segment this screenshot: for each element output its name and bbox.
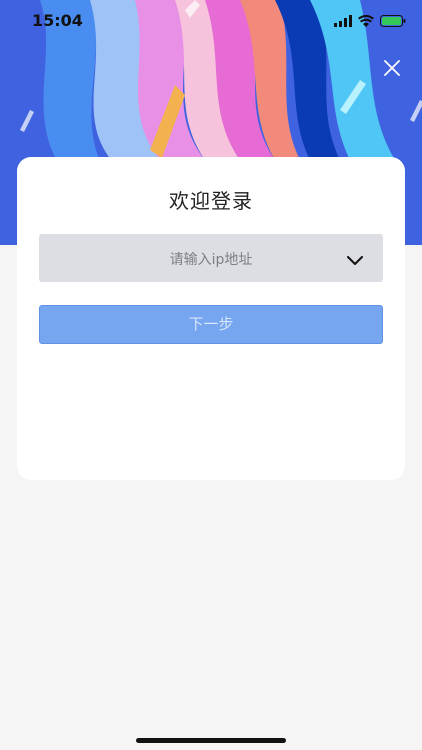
signal-icon bbox=[334, 12, 352, 31]
login-card: 欢迎登录 请输入ip地址 下一步 bbox=[17, 157, 405, 480]
chevron-down-icon bbox=[347, 251, 363, 270]
close-icon bbox=[384, 60, 400, 76]
battery-icon bbox=[380, 12, 406, 31]
ip-address-placeholder: 请输入ip地址 bbox=[169, 252, 253, 268]
close-button[interactable] bbox=[380, 56, 404, 80]
home-indicator bbox=[136, 738, 286, 743]
ip-address-select[interactable]: 请输入ip地址 bbox=[39, 234, 383, 282]
status-time: 15:04 bbox=[32, 11, 83, 30]
wifi-icon bbox=[358, 12, 374, 31]
login-title: 欢迎登录 bbox=[169, 189, 253, 213]
status-bar: 15:04 bbox=[0, 0, 422, 40]
next-step-button[interactable]: 下一步 bbox=[39, 305, 383, 344]
status-icons bbox=[334, 12, 406, 31]
